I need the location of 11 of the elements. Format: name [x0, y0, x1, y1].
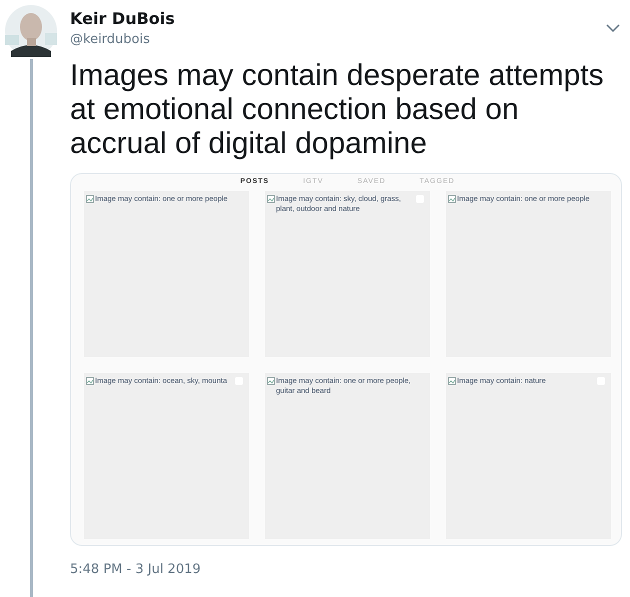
broken-image-icon	[86, 195, 94, 203]
broken-image-icon	[267, 377, 275, 385]
broken-image-icon	[86, 377, 94, 385]
chevron-down-icon[interactable]	[606, 24, 620, 32]
timestamp[interactable]: 5:48 PM - 3 Jul 2019	[70, 562, 201, 577]
broken-image-icon	[448, 377, 456, 385]
author-name[interactable]: Keir DuBois	[70, 9, 175, 28]
tweet-text: Images may contain desperate attempts at emotional connection based on accrual of digital dopamine	[70, 59, 605, 161]
broken-image-icon	[267, 195, 275, 203]
author-handle[interactable]: @keirdubois	[70, 32, 175, 47]
broken-image-icon	[448, 195, 456, 203]
